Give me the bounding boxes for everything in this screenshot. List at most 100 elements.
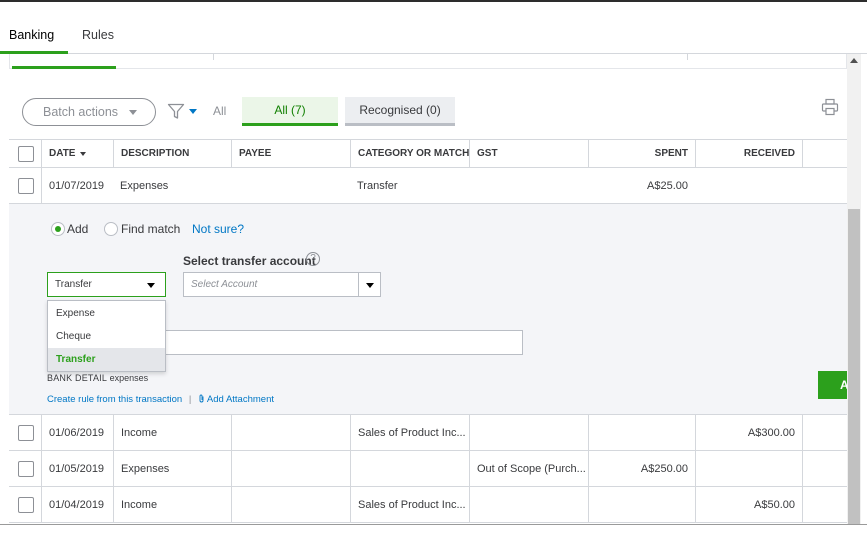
sort-down-icon <box>80 151 87 156</box>
table-row[interactable]: 01/07/2019 Expenses Transfer A$25.00 <box>9 168 847 204</box>
cell-category: Sales of Product Inc... <box>350 415 469 450</box>
cell-received <box>695 451 802 486</box>
find-match-radio[interactable] <box>104 222 118 236</box>
cell-description: Income <box>113 415 231 450</box>
not-sure-link[interactable]: Not sure? <box>192 222 244 236</box>
account-card-strip <box>9 54 847 69</box>
select-transfer-account-label: Select transfer account <box>183 254 316 268</box>
help-icon[interactable]: ? <box>306 252 320 266</box>
table-row[interactable]: 01/06/2019 Income Sales of Product Inc..… <box>9 415 847 451</box>
header-date[interactable]: DATE <box>41 140 113 167</box>
chevron-down-icon <box>147 283 155 288</box>
table-row[interactable]: 01/04/2019 Income Sales of Product Inc..… <box>9 487 847 523</box>
link-separator: | <box>188 394 192 405</box>
menu-item-cheque[interactable]: Cheque <box>48 325 165 348</box>
cell-received: A$50.00 <box>695 487 802 522</box>
bank-detail-label: BANK DETAIL <box>47 373 108 383</box>
row-checkbox[interactable] <box>18 424 34 441</box>
row-checkbox[interactable] <box>18 177 34 194</box>
batch-actions-label: Batch actions <box>43 105 119 119</box>
add-button[interactable]: A <box>818 371 847 399</box>
row-checkbox[interactable] <box>18 460 34 477</box>
cell-description: Income <box>113 487 231 522</box>
cell-gst <box>469 168 588 203</box>
tab-recognised[interactable]: Recognised (0) <box>345 97 455 126</box>
header-category: CATEGORY OR MATCH <box>350 140 469 167</box>
transfer-account-select[interactable]: Select Account <box>183 272 381 297</box>
cell-payee <box>231 415 350 450</box>
header-gst: GST <box>469 140 588 167</box>
transaction-type-menu: Expense Cheque Transfer <box>47 300 166 372</box>
scroll-thumb[interactable] <box>848 209 860 524</box>
create-rule-link[interactable]: Create rule from this transaction <box>47 394 182 405</box>
table-row[interactable]: 01/05/2019 Expenses Out of Scope (Purch.… <box>9 451 847 487</box>
cell-description: Expenses <box>120 179 169 192</box>
cell-spent <box>588 415 695 450</box>
cell-received: A$300.00 <box>695 415 802 450</box>
top-tabs: Banking Rules <box>0 2 867 54</box>
select-all-checkbox[interactable] <box>18 145 34 162</box>
find-match-radio-label[interactable]: Find match <box>121 222 180 236</box>
cell-gst <box>469 487 588 522</box>
transfer-account-placeholder: Select Account <box>191 279 258 290</box>
chevron-down-icon <box>129 110 137 115</box>
cell-date: 01/06/2019 <box>41 415 113 450</box>
header-action <box>802 140 847 167</box>
paperclip-icon <box>199 394 204 403</box>
tab-rules[interactable]: Rules <box>82 28 114 42</box>
cell-description: Expenses <box>113 451 231 486</box>
header-description: DESCRIPTION <box>113 140 231 167</box>
filter-value-label: All <box>213 104 227 118</box>
header-received: RECEIVED <box>695 140 802 167</box>
cell-action <box>802 451 847 486</box>
add-attachment-link[interactable]: Add Attachment <box>207 394 274 405</box>
vertical-scrollbar[interactable] <box>847 54 861 524</box>
cell-payee <box>231 451 350 486</box>
tab-banking[interactable]: Banking <box>9 28 54 42</box>
transaction-type-value: Transfer <box>55 279 92 290</box>
strip-divider <box>213 54 214 60</box>
filter-icon[interactable] <box>167 102 185 120</box>
panel-links: Create rule from this transaction | Add … <box>47 394 274 405</box>
select-divider <box>358 273 359 296</box>
batch-actions-button[interactable]: Batch actions <box>22 98 156 126</box>
add-radio-label[interactable]: Add <box>67 222 88 236</box>
memo-input[interactable] <box>164 330 523 355</box>
cell-spent: A$250.00 <box>588 451 695 486</box>
table-header-row: DATE DESCRIPTION PAYEE CATEGORY OR MATCH… <box>9 139 847 168</box>
cell-category: Sales of Product Inc... <box>350 487 469 522</box>
cell-gst <box>469 415 588 450</box>
scroll-up-icon[interactable] <box>850 58 858 63</box>
cell-date: 01/04/2019 <box>41 487 113 522</box>
transaction-type-select[interactable]: Transfer <box>47 272 166 297</box>
header-date-label: DATE <box>49 148 76 159</box>
cell-action <box>802 487 847 522</box>
bank-detail: BANK DETAIL expenses <box>47 373 148 383</box>
cell-spent <box>588 487 695 522</box>
cell-date: 01/05/2019 <box>41 451 113 486</box>
print-icon[interactable] <box>821 98 839 116</box>
cell-payee <box>231 487 350 522</box>
header-payee: PAYEE <box>231 140 350 167</box>
cell-date: 01/07/2019 <box>41 168 113 203</box>
menu-item-transfer[interactable]: Transfer <box>48 348 165 371</box>
row-checkbox[interactable] <box>18 496 34 513</box>
cell-received <box>695 168 802 203</box>
expanded-transaction-panel: Add Find match Not sure? Select transfer… <box>9 204 847 415</box>
account-selected-indicator <box>12 66 116 69</box>
cell-category: Transfer <box>357 179 398 192</box>
cell-category <box>350 451 469 486</box>
add-radio[interactable] <box>51 222 65 236</box>
tab-all[interactable]: All (7) <box>242 97 338 126</box>
menu-item-expense[interactable]: Expense <box>48 302 165 325</box>
cell-spent: A$25.00 <box>647 179 688 192</box>
chevron-down-icon[interactable] <box>366 283 374 288</box>
filter-chevron-down-icon[interactable] <box>189 109 197 114</box>
bank-detail-value: expenses <box>109 373 149 383</box>
header-spent: SPENT <box>588 140 695 167</box>
cell-action <box>802 415 847 450</box>
cell-gst: Out of Scope (Purch... <box>469 451 588 486</box>
cell-payee <box>231 168 350 203</box>
window-bottom-border <box>0 524 867 525</box>
strip-divider <box>687 54 688 60</box>
